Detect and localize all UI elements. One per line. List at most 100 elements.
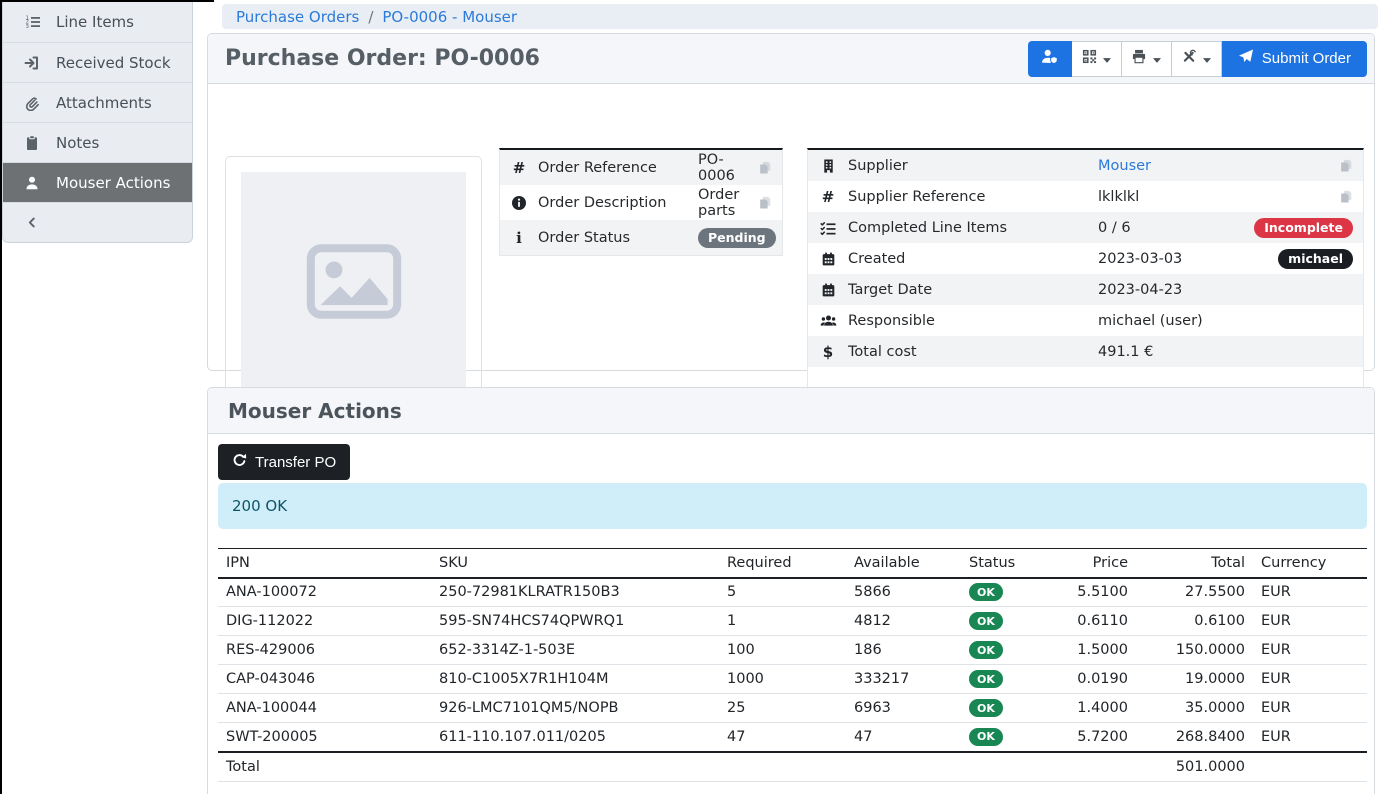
- copy-icon[interactable]: [758, 160, 772, 175]
- table-header-row: IPN SKU Required Available Status Price …: [218, 549, 1367, 578]
- calendar-icon: [808, 282, 848, 298]
- col-available: Available: [846, 549, 961, 578]
- calendar-icon: [808, 251, 848, 267]
- detail-row-created: Created 2023-03-03 michael: [808, 243, 1363, 274]
- line-items-table: IPN SKU Required Available Status Price …: [218, 548, 1367, 782]
- dollar-icon: $: [808, 343, 848, 361]
- user-shield-button[interactable]: [1028, 41, 1072, 77]
- detail-row-order-description: Order Description Order parts: [500, 185, 782, 220]
- sidebar-item-label: Received Stock: [56, 54, 171, 72]
- col-sku: SKU: [431, 549, 719, 578]
- sidebar-item-label: Line Items: [56, 13, 134, 31]
- table-row: ANA-100072 250-72981KLRATR150B3 5 5866 O…: [218, 578, 1367, 607]
- purchase-order-page: 123 Line Items Received Stock Attachment…: [0, 0, 1383, 794]
- sidebar-item-attachments[interactable]: Attachments: [3, 82, 192, 122]
- sidebar-item-label: Notes: [56, 134, 99, 152]
- ok-badge: OK: [969, 641, 1003, 659]
- sidebar-item-label: Attachments: [56, 94, 152, 112]
- user-badge: michael: [1278, 249, 1353, 269]
- print-menu-button[interactable]: [1122, 41, 1172, 77]
- caret-down-icon: [1103, 50, 1111, 67]
- sign-in-icon: [23, 55, 41, 71]
- copy-icon[interactable]: [758, 195, 772, 210]
- ok-badge: OK: [969, 670, 1003, 688]
- clipboard-icon: [23, 135, 41, 151]
- purchase-order-panel: Purchase Order: PO-0006: [207, 33, 1375, 371]
- footer-total-label: Total: [218, 752, 431, 782]
- table-row: SWT-200005 611-110.107.011/0205 47 47 OK…: [218, 723, 1367, 752]
- detail-row-empty: [808, 367, 1363, 389]
- info-circle-icon: [500, 195, 538, 211]
- order-image[interactable]: [225, 156, 482, 406]
- sidebar-item-line-items[interactable]: 123 Line Items: [3, 2, 192, 42]
- incomplete-badge: Incomplete: [1254, 218, 1353, 238]
- barcode-menu-button[interactable]: [1072, 41, 1122, 77]
- image-placeholder-icon: [241, 172, 466, 390]
- sidebar: 123 Line Items Received Stock Attachment…: [2, 2, 193, 243]
- detail-row-supplier-reference: # Supplier Reference lklklkl: [808, 181, 1363, 212]
- list-ol-icon: 123: [23, 14, 41, 30]
- col-currency: Currency: [1253, 549, 1367, 578]
- user-icon: [23, 175, 41, 191]
- col-ipn: IPN: [218, 549, 431, 578]
- detail-row-supplier: Supplier Mouser: [808, 150, 1363, 181]
- sidebar-item-label: Mouser Actions: [56, 174, 170, 192]
- submit-order-label: Submit Order: [1262, 50, 1351, 67]
- users-icon: [808, 313, 848, 329]
- list-check-icon: [808, 220, 848, 236]
- caret-down-icon: [1153, 50, 1161, 67]
- svg-text:3: 3: [25, 24, 29, 30]
- col-required: Required: [719, 549, 846, 578]
- status-badge: Pending: [698, 228, 776, 248]
- table-row: RES-429006 652-3314Z-1-503E 100 186 OK 1…: [218, 636, 1367, 665]
- order-actions-menu-button[interactable]: [1172, 41, 1222, 77]
- footer-total-value: 501.0000: [1136, 752, 1253, 782]
- breadcrumb-link-po-0006[interactable]: PO-0006 - Mouser: [382, 8, 517, 26]
- ok-badge: OK: [969, 728, 1003, 746]
- detail-row-responsible: Responsible michael (user): [808, 305, 1363, 336]
- paper-plane-icon: [1238, 49, 1254, 68]
- ok-badge: OK: [969, 583, 1003, 601]
- supplier-link[interactable]: Mouser: [1098, 158, 1151, 174]
- mouser-actions-panel-header: Mouser Actions: [208, 388, 1374, 434]
- breadcrumb-link-purchase-orders[interactable]: Purchase Orders: [236, 8, 359, 26]
- refresh-icon: [232, 453, 247, 472]
- transfer-po-button[interactable]: Transfer PO: [218, 444, 350, 480]
- copy-icon[interactable]: [1339, 158, 1353, 173]
- col-status: Status: [961, 549, 1051, 578]
- detail-row-total-cost: $ Total cost 491.1 €: [808, 336, 1363, 367]
- hash-icon: #: [808, 188, 848, 206]
- breadcrumb: Purchase Orders / PO-0006 - Mouser: [222, 4, 1378, 29]
- supplier-details-table: Supplier Mouser # Supplier Reference lkl…: [807, 148, 1364, 390]
- sidebar-item-received-stock[interactable]: Received Stock: [3, 42, 192, 82]
- sidebar-collapse-button[interactable]: [3, 202, 192, 242]
- table-footer-row: Total 501.0000: [218, 752, 1367, 782]
- table-row: ANA-100044 926-LMC7101QM5/NOPB 25 6963 O…: [218, 694, 1367, 723]
- qrcode-icon: [1082, 49, 1097, 68]
- order-details-table: # Order Reference PO-0006 Order Descript…: [499, 148, 783, 256]
- col-total: Total: [1136, 549, 1253, 578]
- user-shield-icon: [1040, 48, 1059, 69]
- page-title: Purchase Order: PO-0006: [225, 46, 540, 71]
- caret-down-icon: [1203, 50, 1211, 67]
- detail-row-order-status: i Order Status Pending: [500, 220, 782, 255]
- printer-icon: [1131, 49, 1147, 68]
- tools-icon: [1181, 49, 1197, 68]
- building-icon: [808, 158, 848, 174]
- purchase-order-panel-header: Purchase Order: PO-0006: [208, 34, 1374, 84]
- mouser-actions-title: Mouser Actions: [228, 399, 402, 423]
- submit-order-button[interactable]: Submit Order: [1222, 41, 1367, 77]
- sidebar-item-mouser-actions[interactable]: Mouser Actions: [3, 162, 192, 202]
- info-icon: i: [500, 229, 538, 247]
- detail-row-completed-line-items: Completed Line Items 0 / 6 Incomplete: [808, 212, 1363, 243]
- response-alert-text: 200 OK: [232, 497, 287, 515]
- table-row: CAP-043046 810-C1005X7R1H104M 1000 33321…: [218, 665, 1367, 694]
- ok-badge: OK: [969, 612, 1003, 630]
- table-row: DIG-112022 595-SN74HCS74QPWRQ1 1 4812 OK…: [218, 607, 1367, 636]
- chevron-left-icon: [23, 215, 41, 231]
- sidebar-item-notes[interactable]: Notes: [3, 122, 192, 162]
- breadcrumb-separator: /: [368, 8, 373, 26]
- copy-icon[interactable]: [1339, 189, 1353, 204]
- detail-row-target-date: Target Date 2023-04-23: [808, 274, 1363, 305]
- detail-row-order-reference: # Order Reference PO-0006: [500, 150, 782, 185]
